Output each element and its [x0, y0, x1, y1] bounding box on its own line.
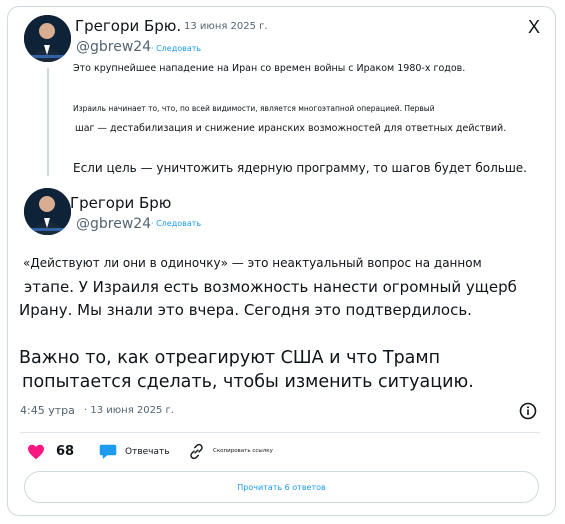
post-text-line: Это крупнейшее нападение на Иран со врем…	[73, 63, 466, 74]
read-replies-label: Прочитать 6 ответов	[237, 482, 326, 492]
thread-line	[47, 68, 49, 176]
avatar-image	[24, 15, 71, 62]
avatar[interactable]	[24, 188, 71, 235]
reply-button[interactable]: Отвечать	[99, 443, 179, 463]
author-name[interactable]: Грегори Брю.	[75, 17, 181, 35]
like-count: 68	[56, 444, 75, 459]
post-date[interactable]: · 13 июня 2025 г.	[84, 405, 174, 416]
post-text-line: Ирану. Мы знали это вчера. Сегодня это п…	[19, 301, 472, 319]
post-text-line: попытается сделать, чтобы изменить ситуа…	[22, 372, 474, 392]
read-replies-button[interactable]: Прочитать 6 ответов	[24, 471, 539, 503]
post-date[interactable]: 13 июня 2025 г.	[184, 21, 268, 32]
author-handle[interactable]: @gbrew24	[76, 39, 151, 55]
like-button[interactable]: 68	[27, 443, 107, 463]
reply-label: Отвечать	[125, 447, 170, 457]
author-handle[interactable]: @gbrew24	[76, 216, 151, 232]
author-name[interactable]: Грегори Брю	[70, 194, 171, 212]
copy-link-label: Скопировать ссылку	[213, 448, 273, 454]
avatar-image	[24, 188, 71, 235]
comment-bubble-icon	[99, 444, 117, 459]
heart-icon	[28, 444, 44, 460]
post-text-line: Важно то, как отреагируют США и что Трам…	[19, 348, 441, 368]
post-text-line: шаг — дестабилизация и снижение иранских…	[75, 123, 507, 134]
follow-link[interactable]: · Следовать	[151, 44, 201, 53]
post-text-line: Израиль начинает то, что, по всей видимо…	[73, 104, 435, 113]
divider	[20, 432, 540, 433]
post-time[interactable]: 4:45 утра	[20, 404, 75, 417]
post-text-line: этапе. У Израиля есть возможность нанест…	[24, 278, 517, 296]
close-icon[interactable]: X	[528, 17, 540, 38]
post-text-line: «Действуют ли они в одиночку» — это неак…	[23, 256, 482, 270]
follow-link[interactable]: · Следовать	[151, 219, 201, 228]
copy-link-button[interactable]: Скопировать ссылку	[188, 443, 308, 463]
post-text-line: Если цель — уничтожить ядерную программу…	[73, 161, 527, 175]
info-icon[interactable]	[519, 402, 537, 420]
avatar[interactable]	[24, 15, 71, 62]
link-icon	[190, 443, 203, 460]
